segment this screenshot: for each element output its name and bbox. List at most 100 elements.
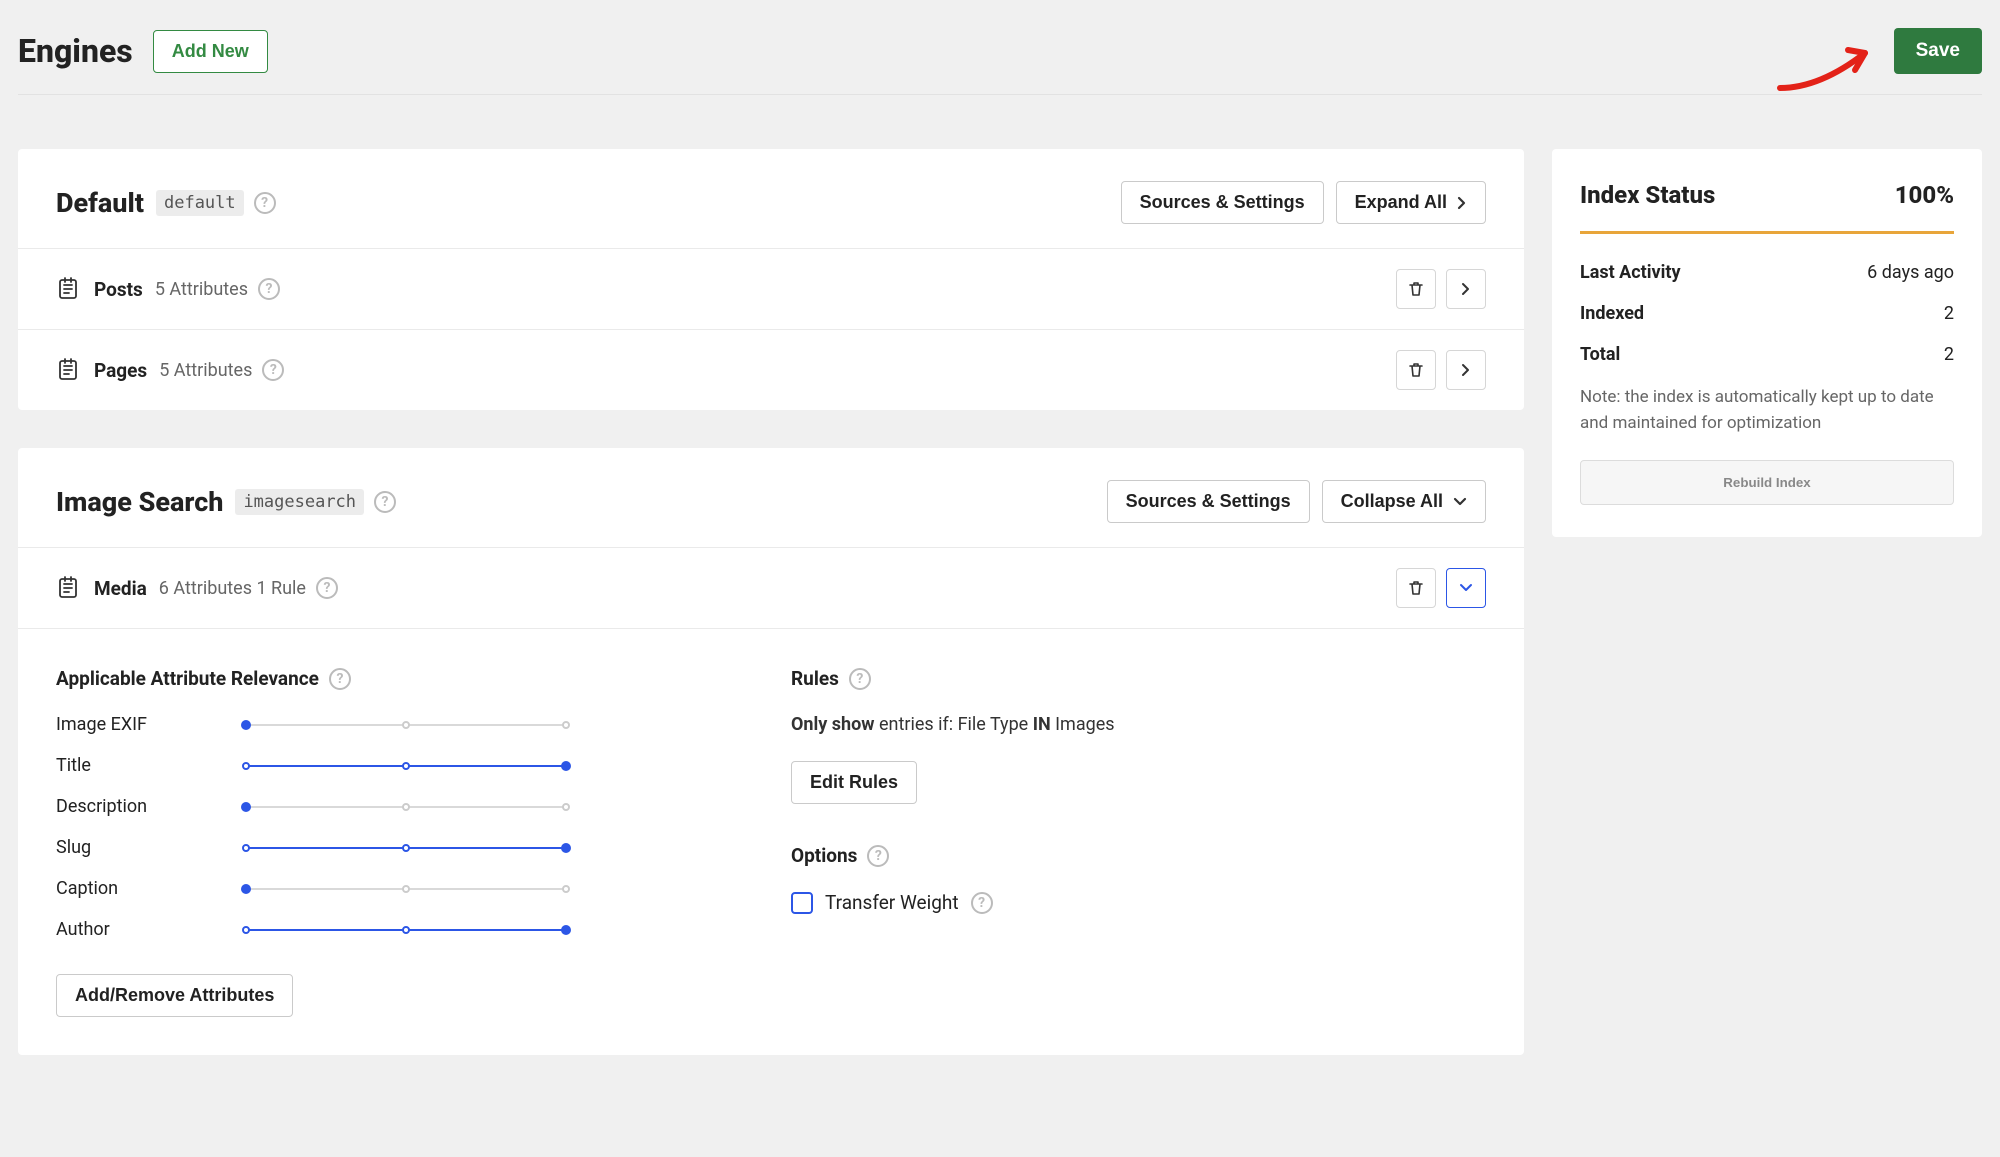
help-icon[interactable]: ? <box>316 577 338 599</box>
source-row-posts: Posts 5 Attributes ? <box>18 248 1524 329</box>
slider-stop[interactable] <box>241 802 251 812</box>
slider-stop[interactable] <box>242 844 250 852</box>
checkbox-icon[interactable] <box>791 892 813 914</box>
progress-bar <box>1580 231 1954 234</box>
stat-row: Last Activity 6 days ago <box>1580 262 1954 283</box>
collapse-row-button[interactable] <box>1446 568 1486 608</box>
stat-row: Indexed 2 <box>1580 303 1954 324</box>
trash-icon <box>1407 579 1425 597</box>
index-status-percent: 100% <box>1895 181 1954 209</box>
slider-stop[interactable] <box>402 803 410 811</box>
expand-all-label: Expand All <box>1355 192 1447 213</box>
attribute-label: Author <box>56 919 246 940</box>
index-note: Note: the index is automatically kept up… <box>1580 385 1954 436</box>
delete-button[interactable] <box>1396 350 1436 390</box>
slider-stop[interactable] <box>561 843 571 853</box>
index-status-card: Index Status 100% Last Activity6 days ag… <box>1552 149 1982 537</box>
slider-stop[interactable] <box>402 762 410 770</box>
transfer-weight-label: Transfer Weight <box>825 891 959 914</box>
sources-settings-button[interactable]: Sources & Settings <box>1107 480 1310 523</box>
engine-header: Image Search imagesearch ? Sources & Set… <box>18 448 1524 547</box>
slider-stop[interactable] <box>402 721 410 729</box>
source-row-media: Media 6 Attributes 1 Rule ? <box>18 547 1524 628</box>
slider-stop[interactable] <box>562 803 570 811</box>
slider-stop[interactable] <box>561 925 571 935</box>
expand-row-button[interactable] <box>1446 350 1486 390</box>
help-icon[interactable]: ? <box>971 892 993 914</box>
chevron-down-icon <box>1453 497 1467 507</box>
rule-op: IN <box>1033 714 1051 735</box>
slider-stop[interactable] <box>402 885 410 893</box>
collapse-all-label: Collapse All <box>1341 491 1443 512</box>
relevance-slider[interactable] <box>246 720 566 730</box>
engine-slug-badge: imagesearch <box>235 489 364 515</box>
expand-all-button[interactable]: Expand All <box>1336 181 1486 224</box>
source-name: Pages <box>94 359 147 382</box>
help-icon[interactable]: ? <box>374 491 396 513</box>
edit-rules-button[interactable]: Edit Rules <box>791 761 917 804</box>
source-meta: 5 Attributes <box>155 279 248 300</box>
page-title: Engines <box>18 32 133 70</box>
attribute-label: Image EXIF <box>56 714 246 735</box>
help-icon[interactable]: ? <box>867 845 889 867</box>
relevance-title-text: Applicable Attribute Relevance <box>56 667 319 690</box>
relevance-slider[interactable] <box>246 843 566 853</box>
engine-title: Default <box>56 187 144 219</box>
engine-header: Default default ? Sources & Settings Exp… <box>18 149 1524 248</box>
slider-stop[interactable] <box>242 762 250 770</box>
relevance-slider[interactable] <box>246 761 566 771</box>
attribute-label: Title <box>56 755 246 776</box>
slider-stop[interactable] <box>402 844 410 852</box>
engine-title: Image Search <box>56 486 223 518</box>
slider-stop[interactable] <box>241 884 251 894</box>
slider-stop[interactable] <box>241 720 251 730</box>
relevance-slider[interactable] <box>246 802 566 812</box>
slider-stop[interactable] <box>562 885 570 893</box>
save-button[interactable]: Save <box>1894 28 1982 74</box>
stat-value: 6 days ago <box>1867 262 1954 283</box>
relevance-slider[interactable] <box>246 884 566 894</box>
rebuild-index-button[interactable]: Rebuild Index <box>1580 460 1954 505</box>
engine-card-imagesearch: Image Search imagesearch ? Sources & Set… <box>18 448 1524 1055</box>
stat-label: Indexed <box>1580 303 1644 324</box>
engine-slug-badge: default <box>156 190 244 216</box>
relevance-slider[interactable] <box>246 925 566 935</box>
slider-stop[interactable] <box>562 721 570 729</box>
source-meta: 5 Attributes <box>159 360 252 381</box>
stat-value: 2 <box>1944 303 1954 324</box>
engine-card-default: Default default ? Sources & Settings Exp… <box>18 149 1524 410</box>
add-new-button[interactable]: Add New <box>153 30 268 73</box>
help-icon[interactable]: ? <box>262 359 284 381</box>
document-icon <box>56 358 80 382</box>
help-icon[interactable]: ? <box>258 278 280 300</box>
help-icon[interactable]: ? <box>254 192 276 214</box>
delete-button[interactable] <box>1396 568 1436 608</box>
sources-settings-button[interactable]: Sources & Settings <box>1121 181 1324 224</box>
delete-button[interactable] <box>1396 269 1436 309</box>
attribute-label: Caption <box>56 878 246 899</box>
add-remove-attributes-button[interactable]: Add/Remove Attributes <box>56 974 293 1017</box>
attribute-row: Image EXIF <box>56 714 751 735</box>
slider-stop[interactable] <box>561 761 571 771</box>
stat-label: Last Activity <box>1580 262 1681 283</box>
slider-stop[interactable] <box>242 926 250 934</box>
collapse-all-button[interactable]: Collapse All <box>1322 480 1486 523</box>
chevron-right-icon <box>1457 196 1467 210</box>
attribute-row: Author <box>56 919 751 940</box>
attribute-label: Slug <box>56 837 246 858</box>
help-icon[interactable]: ? <box>329 668 351 690</box>
transfer-weight-option[interactable]: Transfer Weight ? <box>791 891 1486 914</box>
slider-stop[interactable] <box>402 926 410 934</box>
attribute-row: Description <box>56 796 751 817</box>
rules-title-text: Rules <box>791 667 839 690</box>
expand-row-button[interactable] <box>1446 269 1486 309</box>
options-title: Options ? <box>791 844 1486 867</box>
help-icon[interactable]: ? <box>849 668 871 690</box>
stat-row: Total2 <box>1580 344 1954 365</box>
page-header: Engines Add New Save <box>18 0 1982 95</box>
relevance-title: Applicable Attribute Relevance ? <box>56 667 751 690</box>
source-row-pages: Pages 5 Attributes ? <box>18 329 1524 410</box>
trash-icon <box>1407 361 1425 379</box>
trash-icon <box>1407 280 1425 298</box>
attribute-row: Caption <box>56 878 751 899</box>
